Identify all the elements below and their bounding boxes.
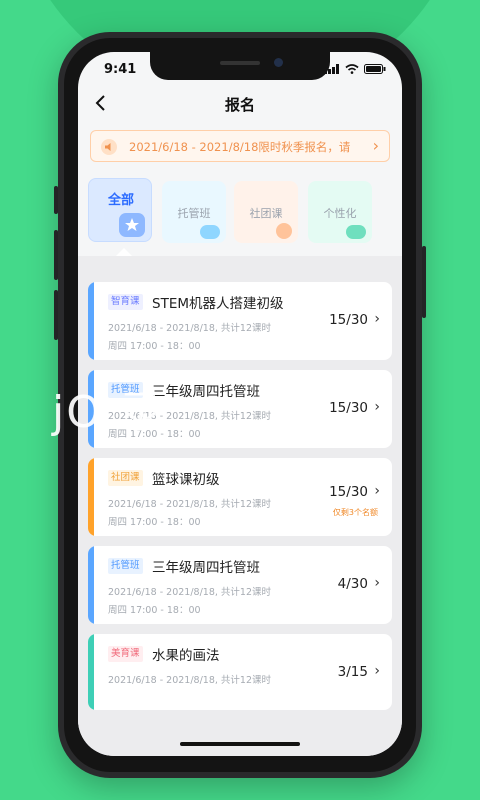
enrollment-count: 15/30 [329,484,368,500]
course-card[interactable]: 托管班 三年级周四托管班 2021/6/18 - 2021/8/18, 共计12… [88,370,392,448]
speaker-icon [101,139,117,155]
course-title: 水果的画法 [152,648,220,664]
card-accent-bar [88,370,94,448]
volume-up-button [54,230,58,280]
wifi-icon [345,64,359,74]
enrollment-count: 4/30 [337,576,368,592]
course-dates: 2021/6/18 - 2021/8/18, 共计12课时 [108,675,272,686]
chevron-right-icon: › [374,311,380,327]
notice-text: 2021/6/18 - 2021/8/18限时秋季报名，请 [129,140,351,154]
chevron-right-icon: › [372,136,379,155]
active-tab-pointer [116,248,132,256]
course-title: 三年级周四托管班 [152,384,260,400]
card-accent-bar [88,634,94,710]
enrollment-count: 15/30 [329,400,368,416]
course-time: 周四 17:00 - 18：00 [108,341,201,352]
course-dates: 2021/6/18 - 2021/8/18, 共计12课时 [108,323,272,334]
card-accent-bar [88,546,94,624]
course-card[interactable]: 社团课 篮球课初级 2021/6/18 - 2021/8/18, 共计12课时 … [88,458,392,536]
tab-personalized[interactable]: 个性化 [308,181,372,243]
ball-icon [276,223,292,239]
chevron-right-icon: › [374,399,380,415]
star-shield-icon [119,213,145,237]
speaker [220,61,260,65]
notice-banner[interactable]: 2021/6/18 - 2021/8/18限时秋季报名，请 › [90,130,390,162]
home-indicator[interactable] [180,742,300,746]
course-tag: 社团课 [108,470,143,486]
course-time: 周四 17:00 - 18：00 [108,517,201,528]
tab-label: 社团课 [249,207,283,220]
course-tag: 美育课 [108,646,143,662]
system-icons [324,64,386,74]
tab-label: 个性化 [323,207,357,220]
chevron-right-icon: › [374,483,380,499]
course-tag: 托管班 [108,382,143,398]
course-time: 周四 17:00 - 18：00 [108,605,201,616]
mute-switch [54,186,58,214]
screen: 9:41 报名 2021/6/18 - 2021/8/18限时秋季报名，请 › … [78,52,402,756]
course-card[interactable]: 智育课 STEM机器人搭建初级 2021/6/18 - 2021/8/18, 共… [88,282,392,360]
chevron-right-icon: › [374,663,380,679]
power-button [422,246,426,318]
battery-icon [364,64,386,74]
course-title: 三年级周四托管班 [152,560,260,576]
card-accent-bar [88,282,94,360]
enrollment-count: 15/30 [329,312,368,328]
apple-icon [346,225,366,239]
chevron-right-icon: › [374,575,380,591]
course-list: 智育课 STEM机器人搭建初级 2021/6/18 - 2021/8/18, 共… [78,256,402,756]
status-time: 9:41 [104,62,137,77]
tab-label: 全部 [107,193,134,208]
notch [150,52,330,80]
volume-down-button [54,290,58,340]
course-card[interactable]: 托管班 三年级周四托管班 2021/6/18 - 2021/8/18, 共计12… [88,546,392,624]
nav-header: 报名 [78,86,402,120]
camera [274,58,283,67]
course-time: 周四 17:00 - 18：00 [108,429,201,440]
course-dates: 2021/6/18 - 2021/8/18, 共计12课时 [108,587,272,598]
course-dates: 2021/6/18 - 2021/8/18, 共计12课时 [108,411,272,422]
course-card[interactable]: 美育课 水果的画法 2021/6/18 - 2021/8/18, 共计12课时 … [88,634,392,710]
course-title: 篮球课初级 [152,472,220,488]
tab-label: 托管班 [177,207,211,220]
course-tag: 智育课 [108,294,143,310]
enrollment-count: 3/15 [337,664,368,680]
tab-all[interactable]: 全部 [88,178,152,242]
page-title: 报名 [224,96,255,114]
remaining-seats: 仅剩3个名额 [332,508,378,517]
card-accent-bar [88,458,94,536]
category-tabs: 全部 托管班 社团课 个性化 [88,178,392,244]
bag-icon [200,225,220,239]
course-title: STEM机器人搭建初级 [152,296,284,312]
tab-daycare[interactable]: 托管班 [162,181,226,243]
course-dates: 2021/6/18 - 2021/8/18, 共计12课时 [108,499,272,510]
course-tag: 托管班 [108,558,143,574]
tab-club[interactable]: 社团课 [234,181,298,243]
